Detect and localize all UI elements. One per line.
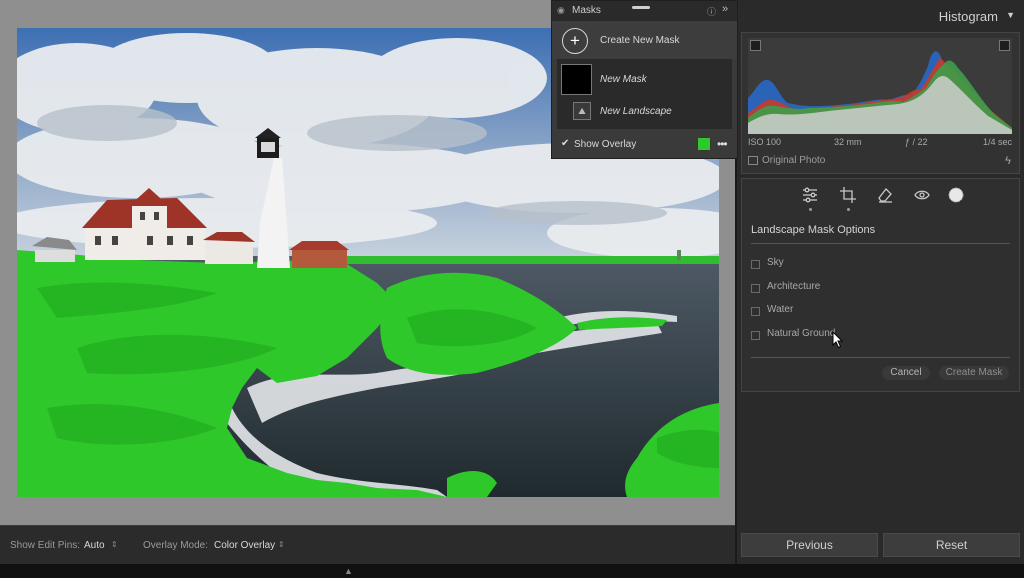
create-new-mask-label[interactable]: Create New Mask	[600, 35, 679, 46]
show-overlay-label[interactable]: Show Overlay	[574, 139, 636, 150]
masks-header[interactable]: ◉ Masks ⓘ »	[552, 1, 737, 21]
mask-name[interactable]: New Mask	[600, 74, 647, 85]
plus-icon[interactable]: +	[562, 28, 588, 54]
water-label[interactable]: Water	[767, 304, 793, 315]
exif-shutter: 1/4 sec	[982, 137, 1012, 147]
overlay-color-swatch[interactable]	[698, 138, 710, 150]
mask-options-panel: Landscape Mask Options Sky Architecture …	[741, 178, 1020, 392]
natural-ground-label[interactable]: Natural Ground	[767, 328, 835, 339]
expand-icon[interactable]: »	[722, 3, 728, 15]
overlay-mode-dropdown[interactable]: Color Overlay	[214, 540, 275, 551]
more-options-icon[interactable]: •••	[717, 137, 728, 151]
bottom-toolbar: Show Edit Pins: Auto ⇕ Overlay Mode: Col…	[0, 525, 735, 564]
exif-aperture: ƒ / 22	[905, 137, 928, 147]
architecture-label[interactable]: Architecture	[767, 281, 820, 292]
sky-label[interactable]: Sky	[767, 257, 784, 268]
original-photo-checkbox[interactable]	[748, 155, 758, 165]
drag-handle[interactable]	[632, 6, 650, 9]
mouse-cursor-icon	[832, 331, 844, 349]
original-photo-toggle[interactable]: Original Photo	[748, 155, 825, 166]
water-checkbox[interactable]	[751, 307, 760, 316]
cancel-button[interactable]: Cancel	[882, 366, 930, 380]
crop-indicator-dot	[847, 208, 850, 211]
histogram-title[interactable]: Histogram	[939, 9, 998, 24]
highlight-clipping-button[interactable]	[999, 40, 1010, 51]
edit-pins-label: Show Edit Pins:	[10, 540, 81, 551]
eye-icon[interactable]: ◉	[557, 5, 565, 16]
filmstrip-grip-icon[interactable]: ▲	[344, 566, 353, 576]
natural-ground-checkbox[interactable]	[751, 331, 760, 340]
exif-focal-length: 32 mm	[834, 137, 862, 147]
sky-checkbox[interactable]	[751, 260, 760, 269]
masks-panel: ◉ Masks ⓘ » + Create New Mask New Mask ⛰…	[551, 0, 738, 159]
edit-sliders-icon[interactable]	[799, 186, 821, 206]
show-overlay-checkbox[interactable]: ✔	[561, 138, 569, 149]
masks-title: Masks	[572, 5, 601, 16]
divider	[751, 243, 1010, 244]
landscape-component-icon[interactable]: ⛰	[573, 102, 591, 120]
collapse-triangle-icon[interactable]: ▼	[1006, 10, 1015, 20]
masking-icon[interactable]	[945, 186, 967, 206]
overlay-mode-label: Overlay Mode:	[143, 540, 209, 551]
edit-pins-stepper-icon[interactable]: ⇕	[111, 540, 118, 549]
mask-thumbnail[interactable]	[561, 64, 592, 95]
component-name[interactable]: New Landscape	[600, 106, 672, 117]
landscape-options-title: Landscape Mask Options	[751, 224, 876, 236]
lightning-icon[interactable]: ϟ	[1005, 155, 1011, 167]
healing-eraser-icon[interactable]	[874, 186, 896, 206]
filmstrip-bar	[0, 564, 1024, 578]
histogram-panel: ISO 100 32 mm ƒ / 22 1/4 sec Original Ph…	[741, 32, 1020, 174]
edit-indicator-dot	[809, 208, 812, 211]
original-photo-label: Original Photo	[762, 155, 826, 166]
reset-button[interactable]: Reset	[883, 533, 1020, 557]
histogram-graph[interactable]	[748, 38, 1012, 135]
shadow-clipping-button[interactable]	[750, 40, 761, 51]
crop-icon[interactable]	[837, 186, 859, 206]
previous-button[interactable]: Previous	[741, 533, 878, 557]
help-icon[interactable]: ⓘ	[707, 5, 716, 18]
edit-pins-dropdown[interactable]: Auto	[84, 540, 105, 551]
red-eye-icon[interactable]	[911, 186, 933, 206]
architecture-checkbox[interactable]	[751, 284, 760, 293]
create-mask-button[interactable]: Create Mask	[939, 366, 1009, 380]
divider	[751, 357, 1010, 358]
exif-iso: ISO 100	[748, 137, 782, 147]
overlay-mode-stepper-icon[interactable]: ⇕	[278, 540, 285, 549]
